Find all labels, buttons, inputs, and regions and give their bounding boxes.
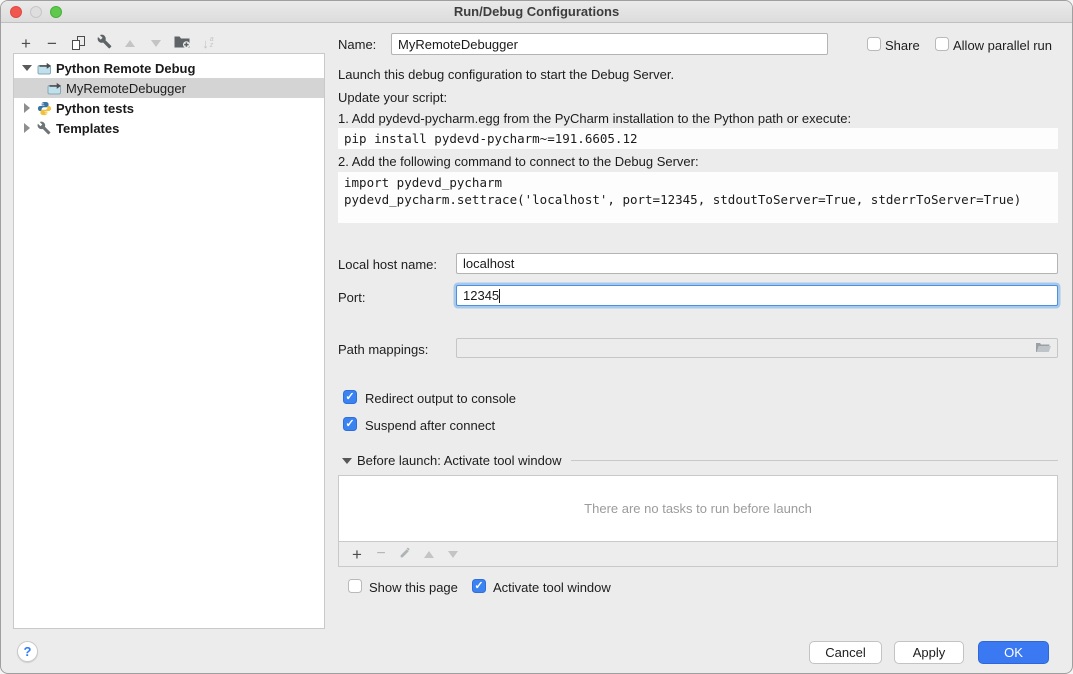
port-input[interactable] <box>456 285 1058 306</box>
redirect-output-checkbox[interactable]: ✓ <box>343 390 357 404</box>
move-up-icon <box>125 40 135 47</box>
add-icon: + <box>352 546 362 563</box>
chevron-collapsed-icon[interactable] <box>24 103 30 113</box>
run-debug-configurations-dialog: Run/Debug Configurations + − <box>0 0 1073 674</box>
pencil-icon <box>399 546 412 562</box>
check-icon: ✓ <box>345 419 354 430</box>
check-icon: ✓ <box>474 581 483 592</box>
remote-debug-config-icon <box>46 82 62 95</box>
window-title: Run/Debug Configurations <box>1 1 1072 22</box>
minimize-button <box>30 6 42 18</box>
check-icon: ✓ <box>345 392 354 403</box>
tree-item-label: MyRemoteDebugger <box>66 81 186 96</box>
allow-parallel-run-label: Allow parallel run <box>953 38 1052 53</box>
settrace-code: import pydevd_pycharm pydevd_pycharm.set… <box>338 172 1058 223</box>
copy-icon <box>72 36 85 50</box>
before-launch-toolbar: + − <box>338 542 1058 567</box>
edit-task-button <box>393 543 417 565</box>
configurations-toolbar: + − <box>15 32 223 54</box>
path-mappings-label: Path mappings: <box>338 342 428 357</box>
remove-configuration-button[interactable]: − <box>41 32 63 54</box>
python-icon <box>36 101 52 116</box>
text-caret <box>499 289 500 303</box>
instruction-step-1: 1. Add pydevd-pycharm.egg from the PyCha… <box>338 111 851 126</box>
ok-button[interactable]: OK <box>978 641 1049 664</box>
instruction-line-1: Launch this debug configuration to start… <box>338 67 674 82</box>
before-launch-tasks-list: There are no tasks to run before launch <box>338 475 1058 542</box>
zoom-button[interactable] <box>50 6 62 18</box>
add-task-button[interactable]: + <box>345 543 369 565</box>
copy-configuration-button[interactable] <box>67 32 89 54</box>
remove-task-button: − <box>369 543 393 565</box>
no-tasks-message: There are no tasks to run before launch <box>584 501 812 516</box>
show-this-page-checkbox[interactable]: ✓ <box>348 579 362 593</box>
local-host-name-input[interactable] <box>456 253 1058 274</box>
activate-tool-window-checkbox[interactable]: ✓ <box>472 579 486 593</box>
pip-install-code: pip install pydevd-pycharm~=191.6605.12 <box>338 128 1058 149</box>
before-launch-collapse-icon[interactable] <box>342 458 352 464</box>
move-task-up-button <box>417 543 441 565</box>
add-icon: + <box>21 35 31 52</box>
add-configuration-button[interactable]: + <box>15 32 37 54</box>
before-launch-separator <box>571 460 1058 461</box>
move-up-button <box>119 32 141 54</box>
move-down-button <box>145 32 167 54</box>
suspend-after-connect-label: Suspend after connect <box>365 418 495 433</box>
help-button[interactable]: ? <box>17 641 38 662</box>
close-button[interactable] <box>10 6 22 18</box>
path-mappings-field[interactable] <box>456 338 1058 358</box>
tree-item-python-tests[interactable]: Python tests <box>14 98 324 118</box>
name-input[interactable] <box>391 33 828 55</box>
tree-item-label: Templates <box>56 121 119 136</box>
chevron-collapsed-icon[interactable] <box>24 123 30 133</box>
before-launch-title: Before launch: Activate tool window <box>357 453 562 468</box>
tree-item-myremotedebugger[interactable]: MyRemoteDebugger <box>14 78 324 98</box>
remote-debug-config-icon <box>36 62 52 75</box>
apply-button[interactable]: Apply <box>894 641 964 664</box>
cancel-button[interactable]: Cancel <box>809 641 882 664</box>
move-task-down-button <box>441 543 465 565</box>
share-label: Share <box>885 38 920 53</box>
settrace-code-line-2: pydevd_pycharm.settrace('localhost', por… <box>344 191 1052 208</box>
templates-wrench-icon <box>36 121 52 135</box>
move-up-icon <box>424 551 434 558</box>
allow-parallel-run-checkbox[interactable]: ✓ <box>935 37 949 51</box>
show-this-page-label: Show this page <box>369 580 458 595</box>
wrench-icon <box>97 34 112 52</box>
suspend-after-connect-checkbox[interactable]: ✓ <box>343 417 357 431</box>
browse-button[interactable] <box>1031 340 1055 357</box>
port-label: Port: <box>338 290 365 305</box>
tree-item-python-remote-debug[interactable]: Python Remote Debug <box>14 58 324 78</box>
remove-icon: − <box>47 35 57 52</box>
local-host-name-label: Local host name: <box>338 257 437 272</box>
sort-configurations-button: ↓ az <box>197 32 219 54</box>
tree-item-label: Python Remote Debug <box>56 61 195 76</box>
chevron-expanded-icon[interactable] <box>22 65 32 71</box>
redirect-output-label: Redirect output to console <box>365 391 516 406</box>
name-label: Name: <box>338 37 376 52</box>
title-bar: Run/Debug Configurations <box>1 1 1072 23</box>
share-checkbox[interactable]: ✓ <box>867 37 881 51</box>
sort-az-icon: ↓ az <box>202 37 213 50</box>
move-down-icon <box>151 40 161 47</box>
open-folder-icon <box>1035 341 1051 357</box>
tree-item-label: Python tests <box>56 101 134 116</box>
settrace-code-line-1: import pydevd_pycharm <box>344 174 1052 191</box>
traffic-lights <box>10 6 62 18</box>
tree-item-templates[interactable]: Templates <box>14 118 324 138</box>
configurations-tree: Python Remote Debug MyRemoteDebugger <box>13 53 325 629</box>
edit-templates-button[interactable] <box>93 32 115 54</box>
help-icon: ? <box>24 644 32 659</box>
remove-icon: − <box>376 546 385 562</box>
move-down-icon <box>448 551 458 558</box>
new-folder-icon <box>174 35 190 52</box>
instruction-line-2: Update your script: <box>338 90 447 105</box>
instruction-step-2: 2. Add the following command to connect … <box>338 154 699 169</box>
activate-tool-window-label: Activate tool window <box>493 580 611 595</box>
new-folder-button[interactable] <box>171 32 193 54</box>
